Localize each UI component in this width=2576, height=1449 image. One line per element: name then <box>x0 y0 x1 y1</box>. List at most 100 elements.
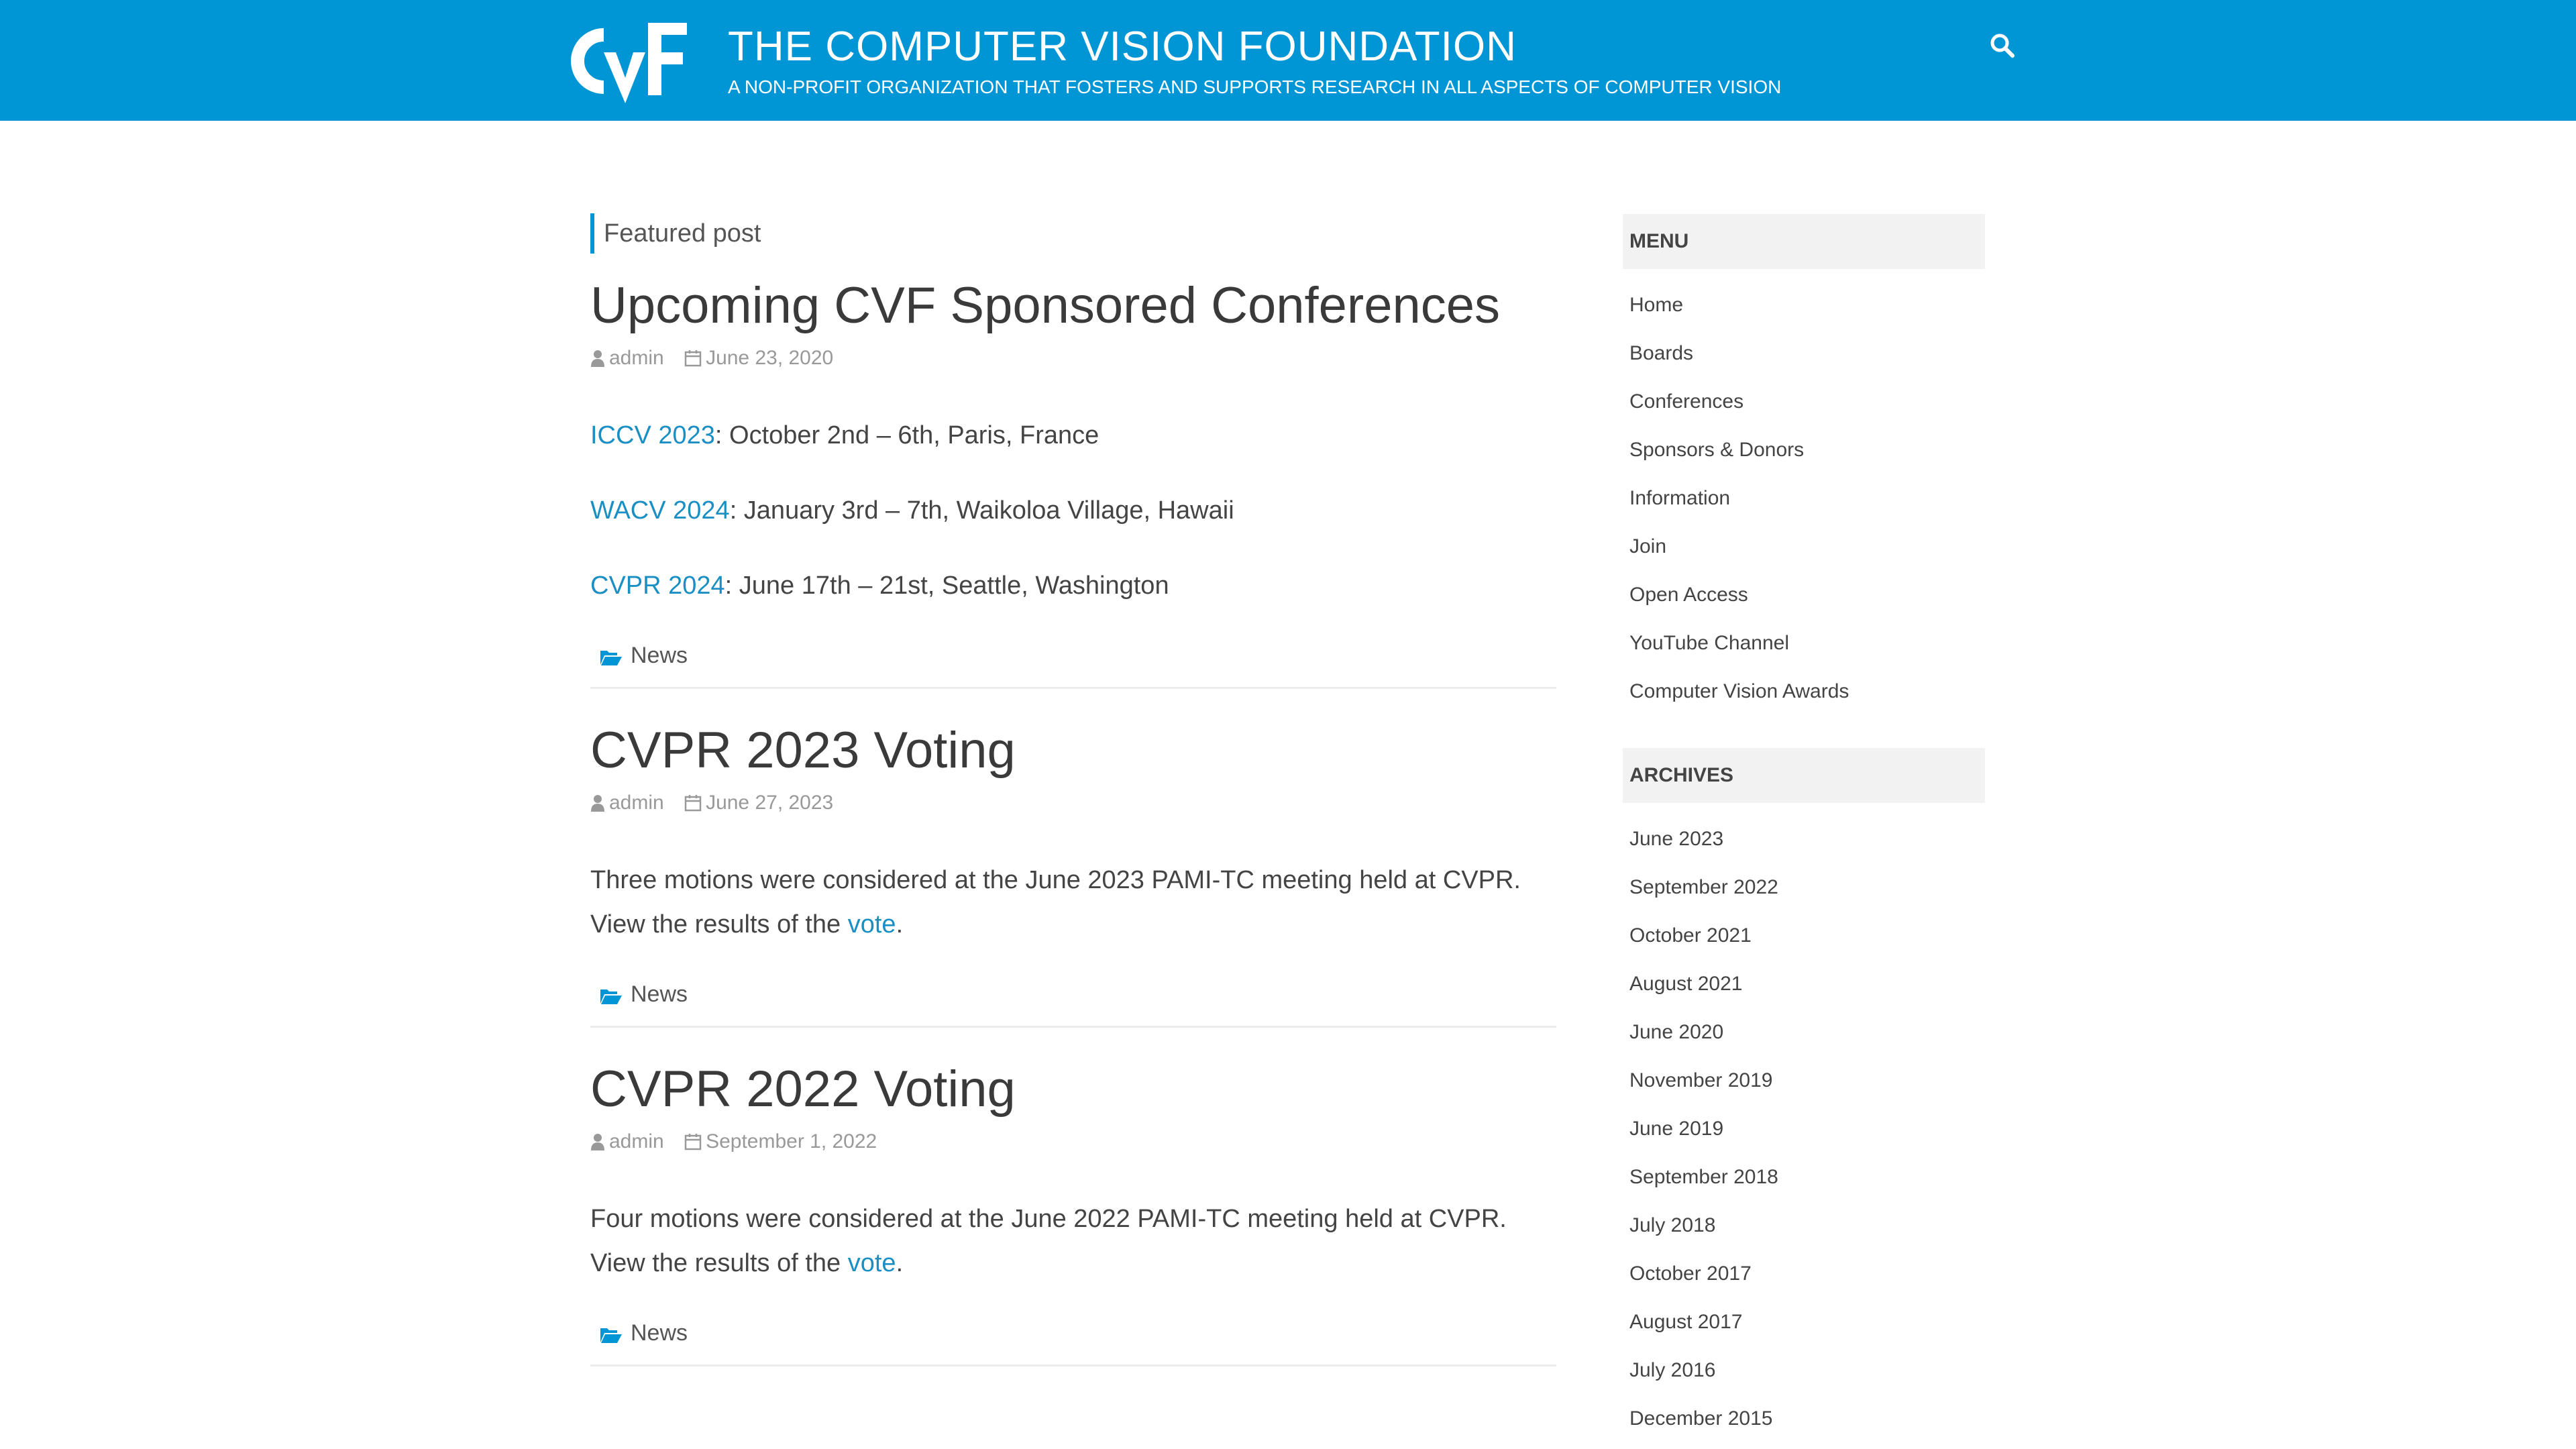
post: CVPR 2022 Voting admin September 1, 2022… <box>590 1057 1556 1366</box>
conference-entry: WACV 2024: January 3rd – 7th, Waikoloa V… <box>590 488 1556 533</box>
user-icon <box>591 350 604 367</box>
post-author-name: admin <box>609 347 664 369</box>
post-meta: admin September 1, 2022 <box>590 1128 1556 1155</box>
post-body-end: . <box>896 1249 904 1277</box>
calendar-icon <box>684 1134 702 1150</box>
archive-item: June 2020 <box>1629 1011 1985 1059</box>
main-content: Featured post Upcoming CVF Sponsored Con… <box>590 201 1556 1396</box>
post-meta: admin June 27, 2023 <box>590 790 1556 816</box>
post-content: Three motions were considered at the Jun… <box>590 858 1556 947</box>
post-category: News <box>590 639 1556 672</box>
menu-item: Boards <box>1629 332 1985 380</box>
vote-link[interactable]: vote <box>848 1249 896 1277</box>
post-date[interactable]: June 27, 2023 <box>684 790 833 816</box>
folder-open-icon <box>600 989 622 1004</box>
conference-details: : January 3rd – 7th, Waikoloa Village, H… <box>729 496 1234 525</box>
archive-link[interactable]: October 2017 <box>1629 1263 1752 1285</box>
archive-link[interactable]: August 2017 <box>1629 1311 1742 1333</box>
post-author[interactable]: admin <box>590 345 664 372</box>
post-date-text: September 1, 2022 <box>706 1130 877 1152</box>
post-body: Four motions were considered at the June… <box>590 1197 1556 1285</box>
category-link[interactable]: News <box>631 981 688 1007</box>
archive-item: September 2022 <box>1629 866 1985 914</box>
archive-link[interactable]: December 2015 <box>1629 1407 1772 1430</box>
post-content: Four motions were considered at the June… <box>590 1197 1556 1285</box>
menu-item: Join <box>1629 525 1985 574</box>
post-author[interactable]: admin <box>590 1128 664 1155</box>
post-content: ICCV 2023: October 2nd – 6th, Paris, Fra… <box>590 413 1556 608</box>
archive-link[interactable]: July 2016 <box>1629 1359 1715 1381</box>
site-tagline: A NON-PROFIT ORGANIZATION THAT FOSTERS A… <box>728 76 1782 97</box>
menu-item-information[interactable]: Information <box>1629 487 1730 509</box>
conference-details: : October 2nd – 6th, Paris, France <box>714 421 1099 449</box>
conference-entry: CVPR 2024: June 17th – 21st, Seattle, Wa… <box>590 564 1556 608</box>
category-link[interactable]: News <box>631 1320 688 1346</box>
archive-item: June 2023 <box>1629 818 1985 866</box>
menu-item-join[interactable]: Join <box>1629 535 1666 557</box>
post-body-text: Four motions were considered at the June… <box>590 1205 1507 1277</box>
post: Upcoming CVF Sponsored Conferences admin… <box>590 274 1556 689</box>
menu-item: YouTube Channel <box>1629 622 1985 670</box>
archive-link[interactable]: June 2023 <box>1629 828 1723 850</box>
archive-link[interactable]: June 2019 <box>1629 1118 1723 1140</box>
cvf-logo[interactable] <box>562 20 691 107</box>
menu-widget-title: MENU <box>1623 214 1985 269</box>
post-title[interactable]: Upcoming CVF Sponsored Conferences <box>590 274 1556 338</box>
menu-item-sponsors-donors[interactable]: Sponsors & Donors <box>1629 439 1804 461</box>
archives-widget-title: ARCHIVES <box>1623 748 1985 803</box>
category-link[interactable]: News <box>631 643 688 668</box>
post-author[interactable]: admin <box>590 790 664 816</box>
menu-item-home[interactable]: Home <box>1629 294 1683 316</box>
menu-item-computer-vision-awards[interactable]: Computer Vision Awards <box>1629 680 1849 702</box>
menu-item-boards[interactable]: Boards <box>1629 342 1693 364</box>
archive-link[interactable]: November 2019 <box>1629 1069 1772 1091</box>
archive-item: July 2016 <box>1629 1349 1985 1397</box>
post-title[interactable]: CVPR 2022 Voting <box>590 1057 1556 1122</box>
menu-item-conferences[interactable]: Conferences <box>1629 390 1743 413</box>
archive-link[interactable]: September 2018 <box>1629 1166 1778 1188</box>
archive-link[interactable]: October 2021 <box>1629 924 1752 947</box>
post-body-end: . <box>896 910 904 938</box>
site-header: THE COMPUTER VISION FOUNDATION A NON-PRO… <box>0 0 2576 121</box>
archives-widget: ARCHIVES June 2023 September 2022 Octobe… <box>1623 748 1985 1446</box>
menu-item: Sponsors & Donors <box>1629 429 1985 477</box>
archive-link[interactable]: June 2020 <box>1629 1021 1723 1043</box>
archive-item: August 2021 <box>1629 963 1985 1011</box>
conference-link[interactable]: ICCV 2023 <box>590 421 715 449</box>
archive-item: October 2017 <box>1629 1252 1985 1301</box>
archive-link[interactable]: September 2022 <box>1629 876 1778 898</box>
post-category: News <box>590 1316 1556 1350</box>
conference-details: : June 17th – 21st, Seattle, Washington <box>724 572 1169 600</box>
cvf-logo-icon <box>571 23 687 103</box>
conference-link[interactable]: WACV 2024 <box>590 496 730 525</box>
post-date-text: June 23, 2020 <box>706 347 834 369</box>
post-body-text: Three motions were considered at the Jun… <box>590 866 1521 938</box>
post-date[interactable]: September 1, 2022 <box>684 1128 877 1155</box>
post-date-text: June 27, 2023 <box>706 792 834 814</box>
post-category: News <box>590 977 1556 1011</box>
post: CVPR 2023 Voting admin June 27, 2023 Thr… <box>590 718 1556 1028</box>
folder-open-icon <box>600 651 622 665</box>
post-title[interactable]: CVPR 2023 Voting <box>590 718 1556 783</box>
conference-link[interactable]: CVPR 2024 <box>590 572 725 600</box>
menu-item-youtube-channel[interactable]: YouTube Channel <box>1629 632 1789 654</box>
featured-post-label: Featured post <box>590 213 1556 254</box>
menu-item: Open Access <box>1629 574 1985 622</box>
menu-item: Computer Vision Awards <box>1629 670 1985 718</box>
archives-list: June 2023 September 2022 October 2021 Au… <box>1623 803 1985 1446</box>
menu-item: Home <box>1629 284 1985 332</box>
vote-link[interactable]: vote <box>848 910 896 938</box>
archive-link[interactable]: August 2021 <box>1629 973 1742 995</box>
archive-item: June 2019 <box>1629 1108 1985 1156</box>
archive-item: December 2015 <box>1629 1397 1985 1446</box>
site-title[interactable]: THE COMPUTER VISION FOUNDATION <box>728 23 1517 70</box>
search-icon[interactable] <box>1989 32 2016 59</box>
conference-entry: ICCV 2023: October 2nd – 6th, Paris, Fra… <box>590 413 1556 458</box>
menu-list: Home Boards Conferences Sponsors & Donor… <box>1623 269 1985 718</box>
archive-link[interactable]: July 2018 <box>1629 1214 1715 1236</box>
post-date[interactable]: June 23, 2020 <box>684 345 833 372</box>
menu-item: Information <box>1629 477 1985 525</box>
archive-item: August 2017 <box>1629 1301 1985 1349</box>
menu-item-open-access[interactable]: Open Access <box>1629 584 1748 606</box>
user-icon <box>591 1134 604 1150</box>
